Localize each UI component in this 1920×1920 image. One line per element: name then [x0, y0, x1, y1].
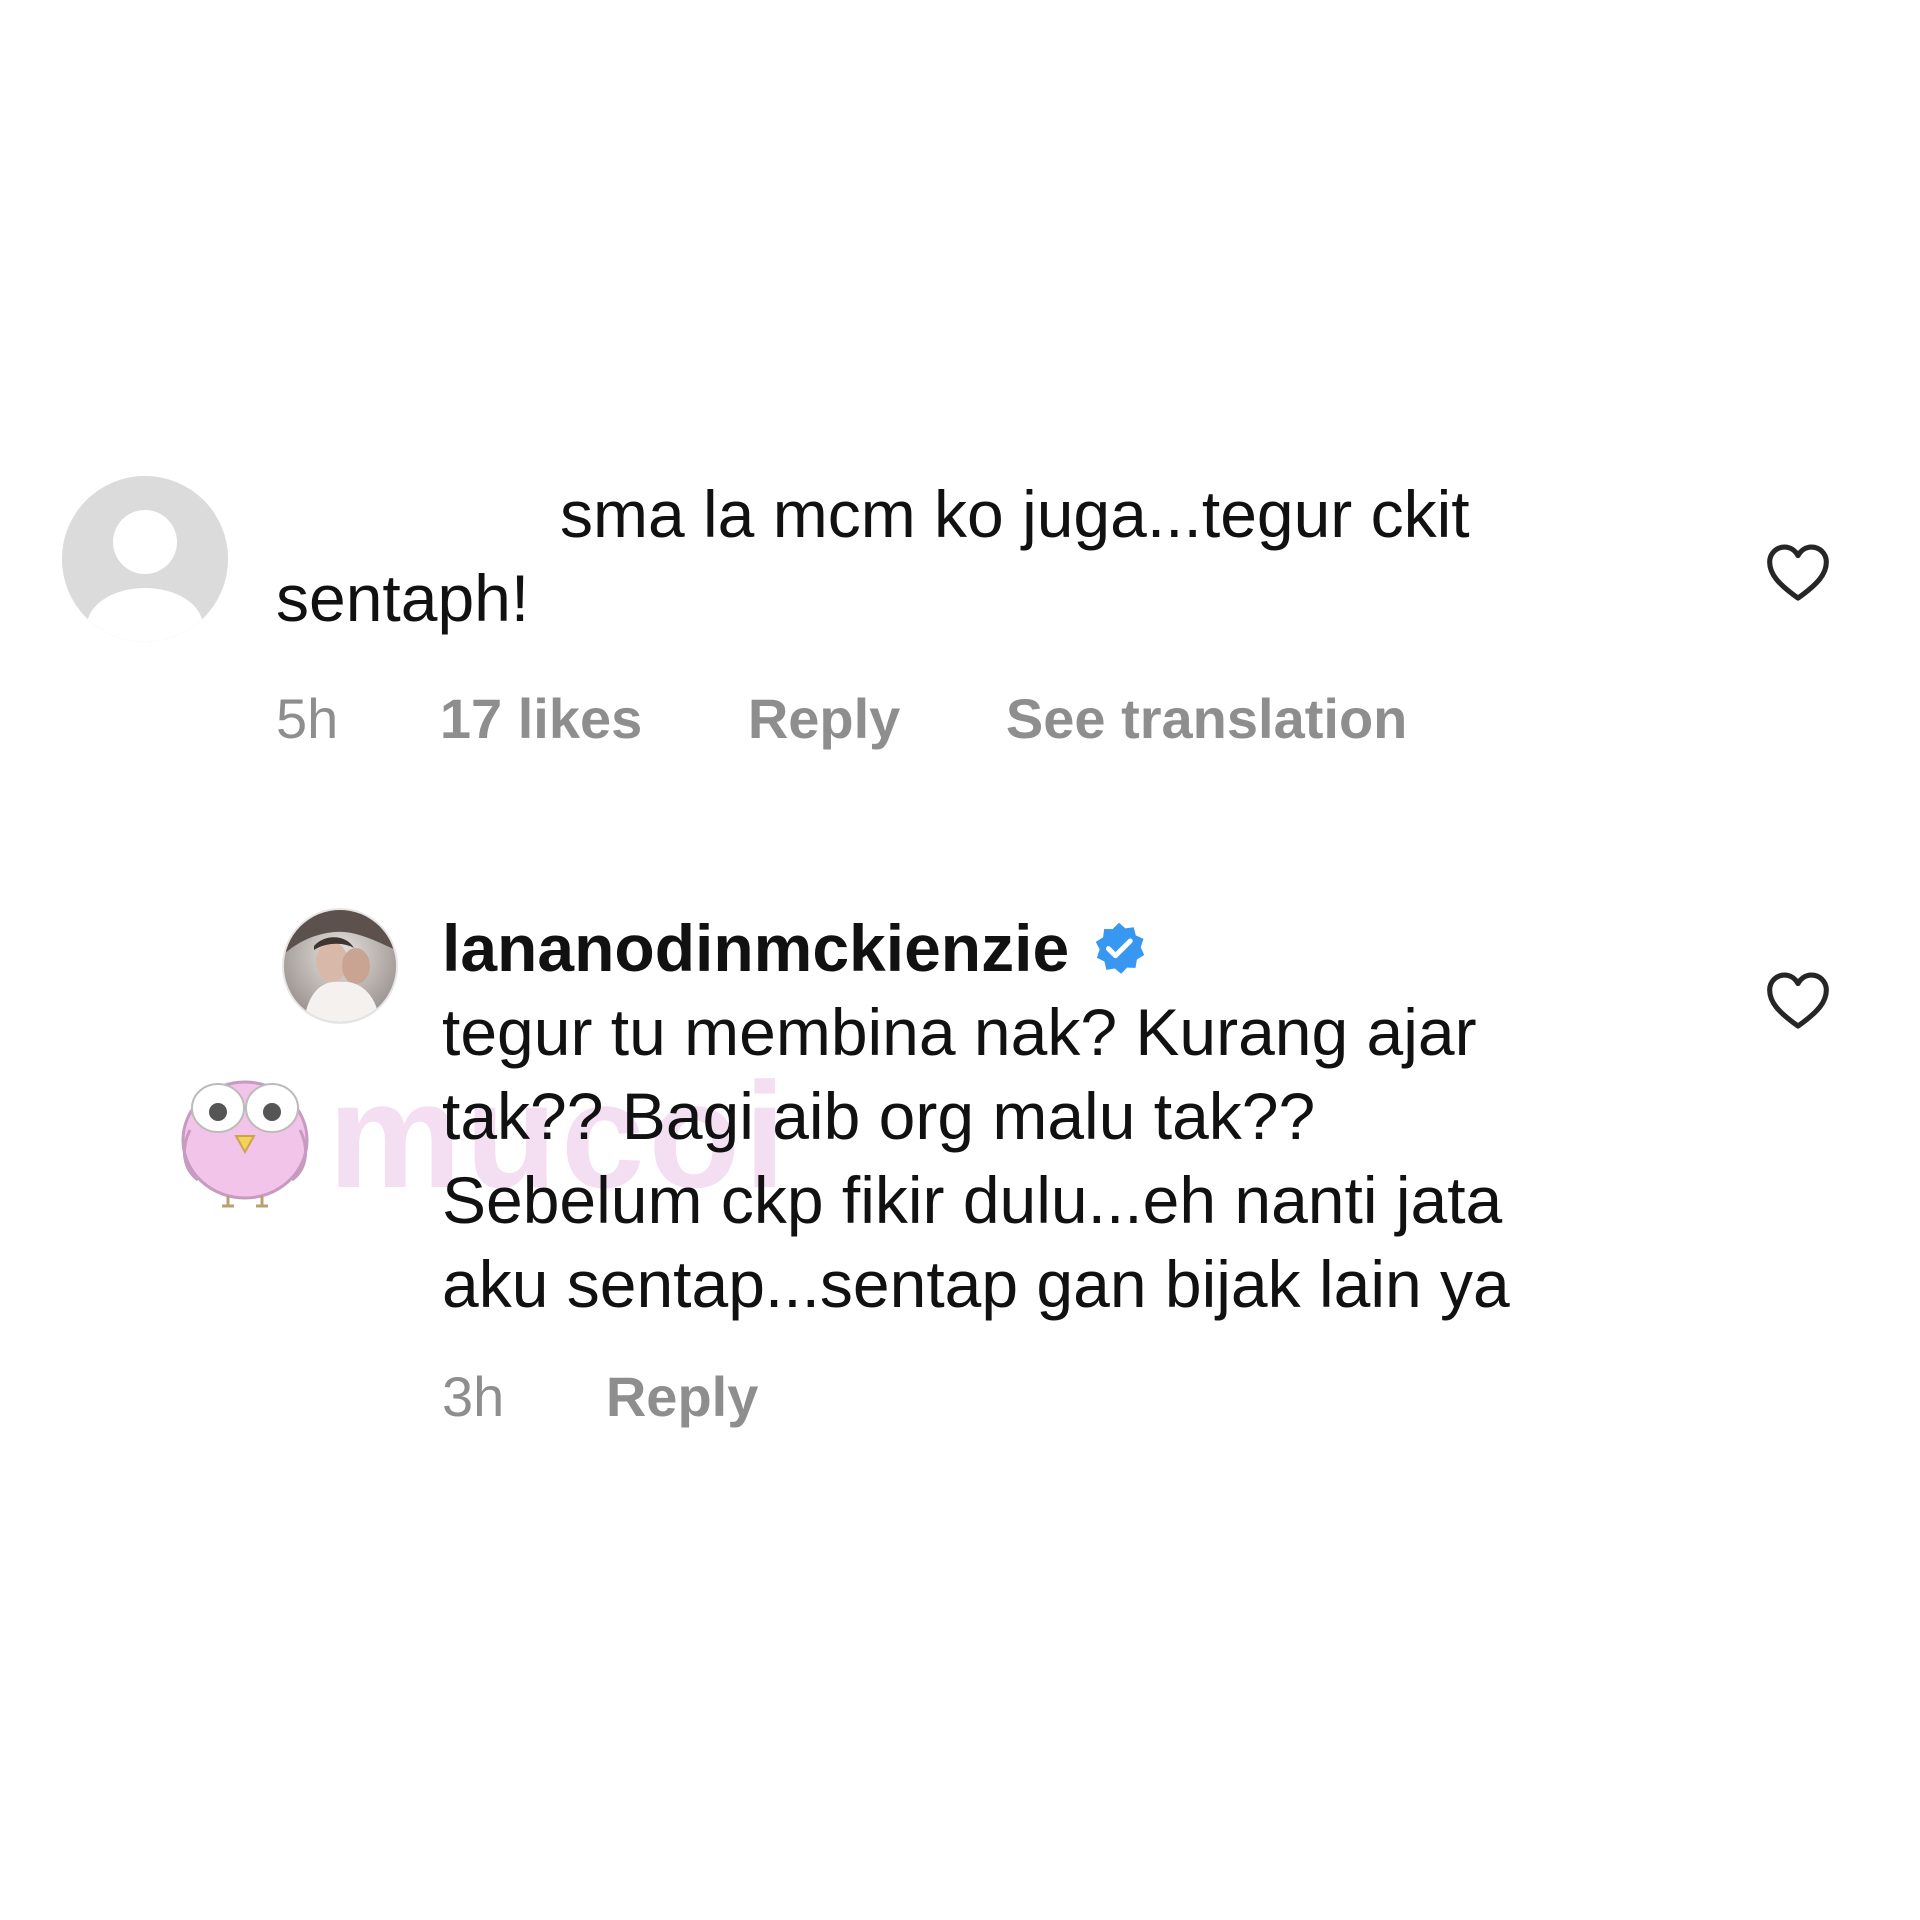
- comment-text-line: sma la mcm ko juga...tegur ckit: [560, 477, 1470, 551]
- comment-time: 5h: [276, 687, 339, 750]
- comment-text-line: tegur tu membina nak? Kurang ajar: [442, 995, 1477, 1069]
- comment-text-line: aku sentap...sentap gan bijak lain ya: [442, 1247, 1510, 1321]
- comment-text: sma la mcm ko juga...tegur ckit sentaph!: [276, 472, 1636, 640]
- reply-button[interactable]: Reply: [748, 687, 901, 750]
- see-translation-button[interactable]: See translation: [1006, 687, 1407, 750]
- comment-meta: 3h Reply: [442, 1362, 758, 1432]
- likes-count-link[interactable]: 17 likes: [440, 687, 642, 750]
- profile-avatar[interactable]: [282, 908, 398, 1024]
- owl-logo-icon: [170, 1040, 320, 1210]
- reply-button[interactable]: Reply: [606, 1365, 759, 1428]
- default-avatar-icon[interactable]: [62, 476, 228, 642]
- verified-badge-icon: [1091, 920, 1147, 976]
- comment-text: tegur tu membina nak? Kurang ajar tak?? …: [442, 990, 1742, 1326]
- comment-text-line: Sebelum ckp fikir dulu...eh nanti jata: [442, 1163, 1503, 1237]
- like-heart-icon[interactable]: [1764, 968, 1832, 1036]
- comment-time: 3h: [442, 1365, 505, 1428]
- comment-username[interactable]: lananodinmckienzie: [442, 906, 1147, 990]
- like-heart-icon[interactable]: [1764, 540, 1832, 608]
- comment-text-line: sentaph!: [276, 561, 530, 635]
- comment-text-line: tak?? Bagi aib org malu tak??: [442, 1079, 1316, 1153]
- username-text[interactable]: lananodinmckienzie: [442, 906, 1069, 990]
- comment-meta: 5h 17 likes Reply See translation: [276, 684, 1407, 754]
